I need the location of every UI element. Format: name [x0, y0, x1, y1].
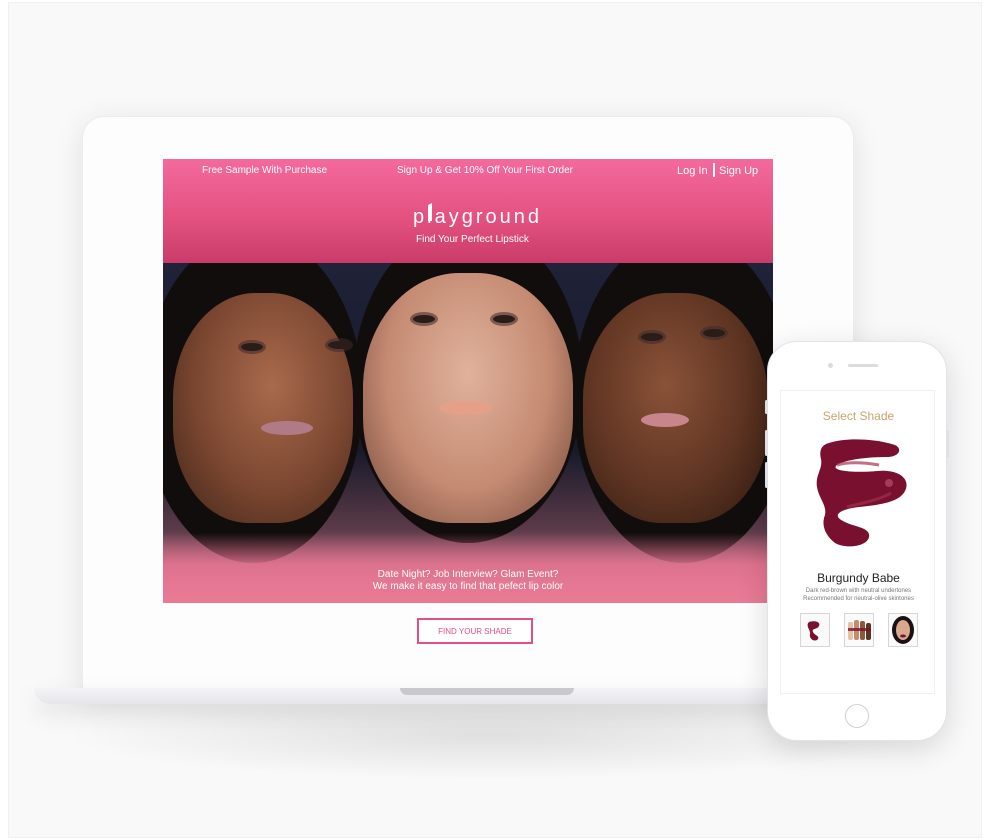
- phone-home-button[interactable]: [845, 704, 869, 728]
- login-link[interactable]: Log In: [677, 165, 708, 177]
- thumbnail-swatch[interactable]: [800, 613, 830, 647]
- promo-signup-discount[interactable]: Sign Up & Get 10% Off Your First Order: [397, 165, 573, 176]
- hero-image: [163, 263, 773, 603]
- select-shade-title: Select Shade: [822, 409, 895, 423]
- eye: [241, 343, 263, 351]
- phone-mockup: Select Shade Burgundy Babe Dark red-brow…: [765, 341, 949, 741]
- eye: [703, 329, 725, 337]
- hero-line-2: We make it easy to find that pefect lip …: [372, 581, 564, 592]
- phone-mute-switch: [765, 400, 768, 414]
- lips-right: [641, 413, 689, 427]
- model-left-face: [173, 293, 353, 523]
- promo-free-sample[interactable]: Free Sample With Purchase: [202, 165, 327, 176]
- lipstick-icon: [428, 203, 432, 221]
- model-center-face: [363, 273, 573, 523]
- shade-description: Dark red-brown with neutral undertones R…: [781, 587, 936, 603]
- thumbnail-skin-tones[interactable]: [844, 613, 874, 647]
- phone-speaker: [848, 364, 878, 367]
- website-screen: Free Sample With Purchase Sign Up & Get …: [163, 159, 773, 603]
- phone-power-button: [946, 430, 949, 458]
- hero-line-1: Date Night? Job Interview? Glam Event?: [377, 569, 559, 580]
- lips-center: [439, 401, 493, 415]
- phone-volume-down: [765, 462, 768, 488]
- lipstick-smear-swatch: [816, 439, 907, 547]
- topbar-divider: [713, 163, 715, 177]
- eye: [493, 315, 515, 323]
- model-face-icon: [892, 616, 914, 644]
- signup-link[interactable]: Sign Up: [719, 165, 758, 177]
- eye: [413, 315, 435, 323]
- model-right-face: [583, 293, 768, 523]
- laptop-notch: [400, 688, 574, 695]
- shade-name: Burgundy Babe: [817, 571, 900, 585]
- lips-left: [261, 421, 313, 435]
- phone-camera: [828, 363, 833, 368]
- find-your-shade-button[interactable]: FIND YOUR SHADE: [417, 618, 533, 644]
- site-tagline: Find Your Perfect Lipstick: [416, 234, 529, 245]
- phone-volume-up: [765, 430, 768, 456]
- swatch-thumb-icon: [807, 621, 820, 641]
- shade-desc-line-2: Recommended for neutral-olive skintones: [803, 596, 914, 602]
- eye: [328, 341, 350, 349]
- phone-screen: Select Shade Burgundy Babe Dark red-brow…: [780, 390, 935, 694]
- eye: [641, 333, 663, 341]
- thumbnail-model[interactable]: [888, 613, 918, 647]
- hands-swatch-icon: [848, 620, 871, 640]
- shade-desc-line-1: Dark red-brown with neutral undertones: [805, 588, 912, 594]
- hero-copy: Date Night? Job Interview? Glam Event? W…: [163, 569, 773, 593]
- site-header: Free Sample With Purchase Sign Up & Get …: [163, 159, 773, 263]
